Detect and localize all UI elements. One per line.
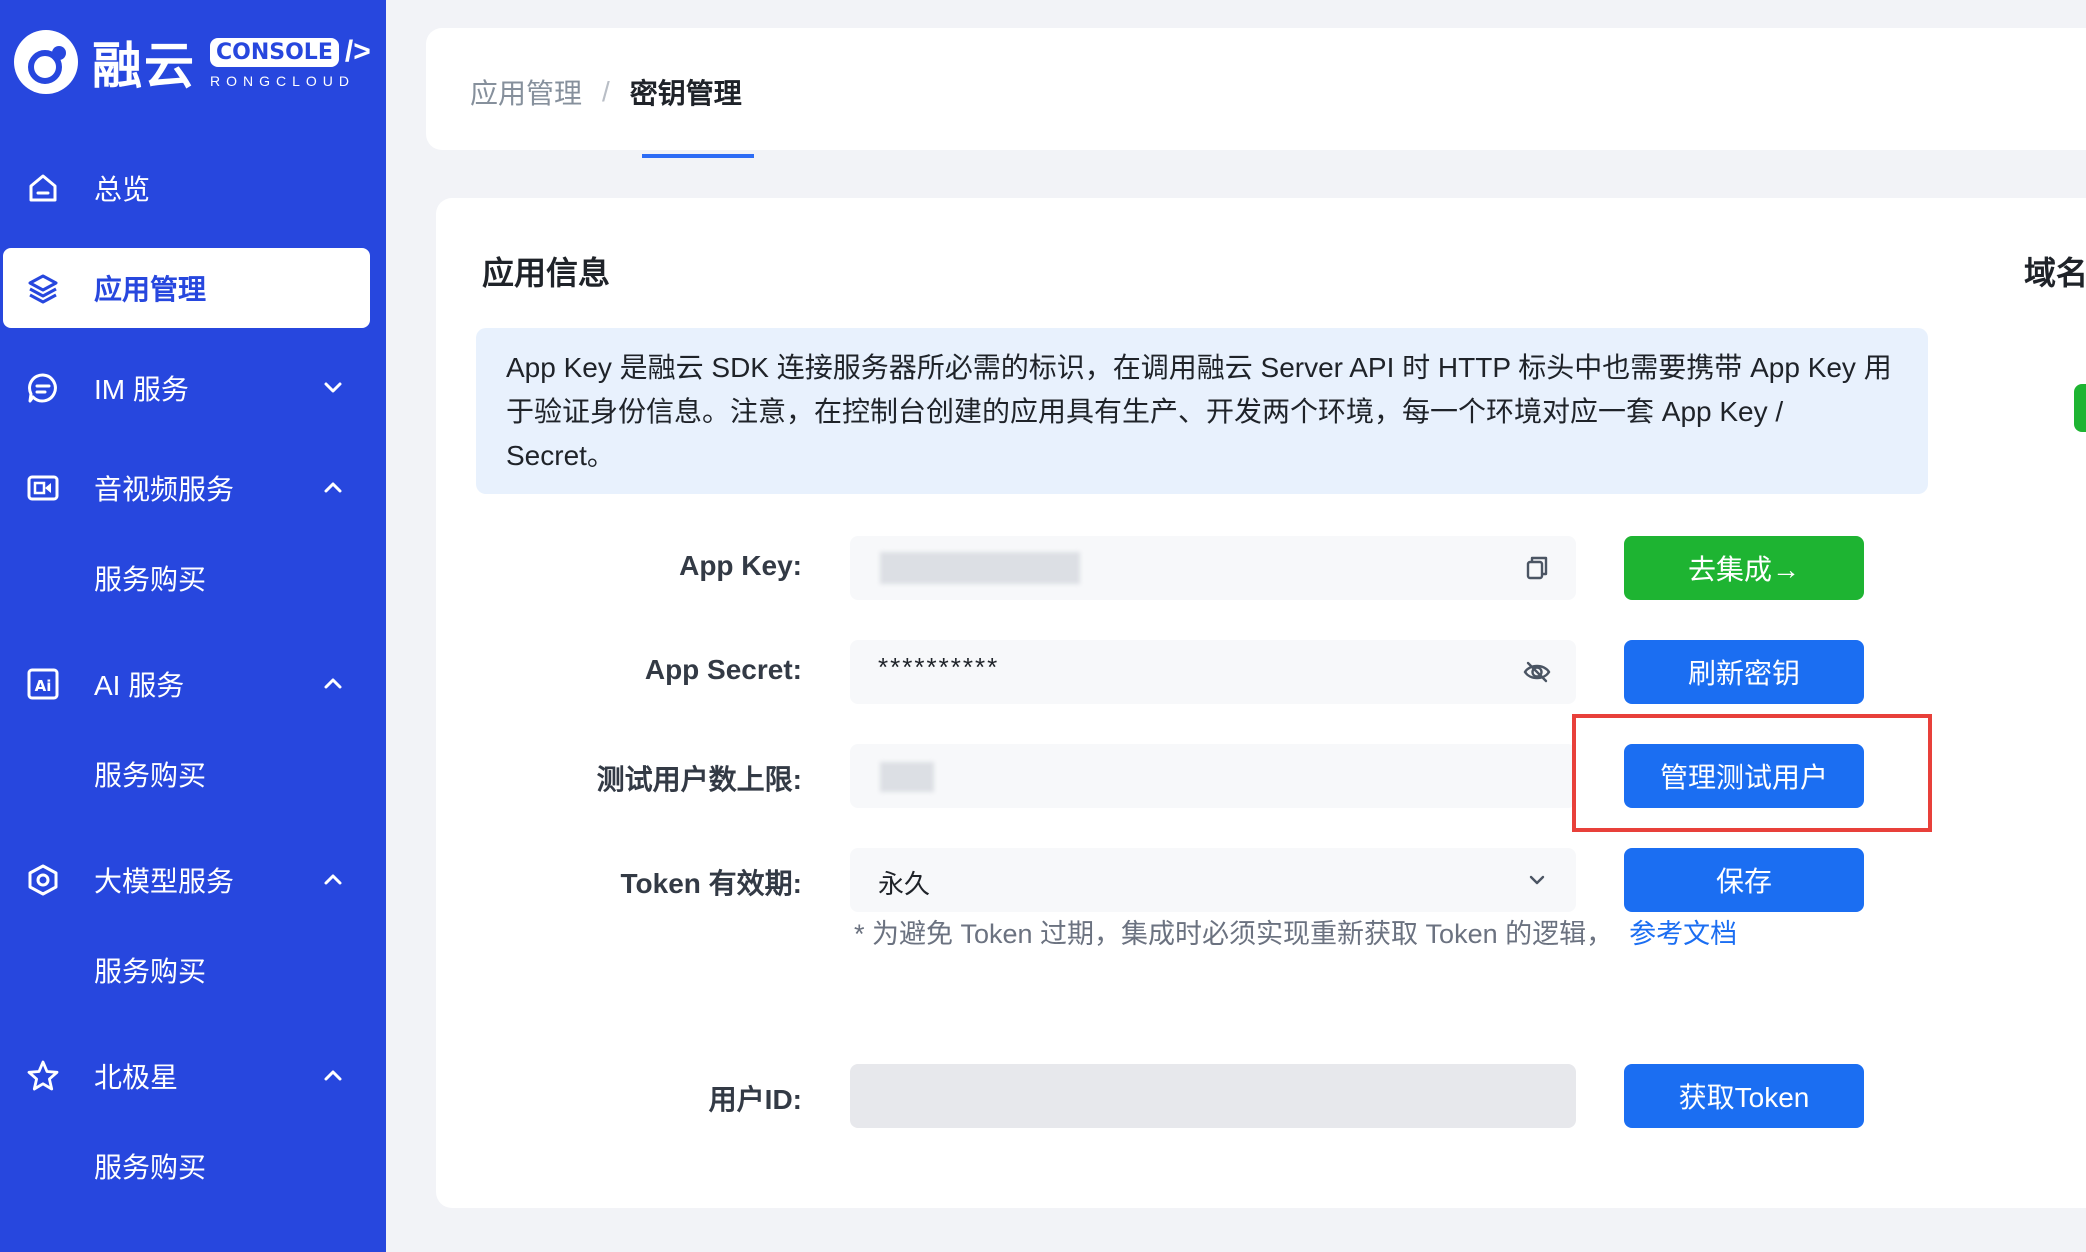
get-token-button[interactable]: 获取Token: [1624, 1064, 1864, 1128]
breadcrumb: 应用管理 / 密钥管理: [470, 72, 742, 112]
sidebar-item-label: 应用管理: [94, 274, 207, 305]
sidebar-item-polaris[interactable]: 北极星: [0, 1036, 386, 1116]
sidebar-subitem-llm-purchase[interactable]: 服务购买: [94, 950, 206, 990]
reference-doc-link[interactable]: 参考文档: [1629, 919, 1737, 949]
sidebar-item-llm[interactable]: 大模型服务: [0, 840, 386, 920]
token-validity-value: 永久: [878, 869, 931, 899]
layers-icon: [26, 271, 60, 305]
token-validity-label: Token 有效期:: [620, 868, 802, 899]
star-icon: [26, 1059, 60, 1093]
section-title: 应用信息: [482, 255, 611, 291]
app-key-label: App Key:: [679, 550, 802, 581]
token-hint: * 为避免 Token 过期，集成时必须实现重新获取 Token 的逻辑， 参考文…: [854, 912, 1737, 951]
app-secret-value: **********: [878, 652, 1000, 682]
highlight-box: [1572, 714, 1932, 832]
test-user-limit-label: 测试用户数上限:: [596, 764, 802, 795]
brand-sub: RONGCLOUD: [210, 73, 356, 89]
sidebar-item-label: 大模型服务: [94, 866, 235, 897]
copy-icon[interactable]: [1522, 553, 1552, 583]
rongcloud-logo-icon: [14, 30, 78, 94]
video-icon: [26, 471, 60, 505]
sidebar-item-label: 总览: [94, 174, 151, 205]
eye-hidden-icon[interactable]: [1522, 657, 1552, 687]
sidebar-subitem-rtc-purchase[interactable]: 服务购买: [94, 558, 206, 598]
ai-icon: Ai: [26, 667, 60, 701]
integrate-button[interactable]: 去集成→: [1624, 536, 1864, 600]
chat-icon: [26, 371, 60, 405]
sidebar-subitem-ai-purchase[interactable]: 服务购买: [94, 754, 206, 794]
svg-text:Ai: Ai: [35, 677, 52, 695]
sidebar-item-label: AI 服务: [94, 670, 185, 701]
sidebar-subitem-polaris-purchase[interactable]: 服务购买: [94, 1146, 206, 1186]
sidebar-item-label: 北极星: [94, 1062, 179, 1093]
test-user-limit-masked-value: [880, 762, 934, 792]
info-text: App Key 是融云 SDK 连接服务器所必需的标识，在调用融云 Server…: [506, 352, 1892, 471]
sidebar-item-overview[interactable]: 总览: [0, 148, 386, 228]
sidebar-item-label: IM 服务: [94, 374, 189, 405]
domain-section-title: 域名: [2024, 255, 2086, 291]
user-id-input[interactable]: [850, 1064, 1576, 1128]
info-banner: App Key 是融云 SDK 连接服务器所必需的标识，在调用融云 Server…: [476, 328, 1928, 494]
chevron-up-icon: [324, 1070, 342, 1081]
app-secret-field: **********: [850, 640, 1576, 704]
chevron-up-icon: [324, 678, 342, 689]
user-id-label: 用户ID:: [708, 1084, 802, 1115]
partial-green-button[interactable]: [2074, 384, 2086, 432]
app-key-masked-value: [880, 552, 1080, 584]
app-info-card: 应用信息 域名 App Key 是融云 SDK 连接服务器所必需的标识，在调用融…: [436, 198, 2086, 1208]
sidebar-item-label: 音视频服务: [94, 474, 235, 505]
chevron-down-icon: [324, 382, 342, 393]
sidebar-item-im[interactable]: IM 服务: [0, 348, 386, 428]
brand-name: 融云: [92, 37, 196, 95]
breadcrumb-current: 密钥管理: [629, 78, 742, 109]
token-hint-text: * 为避免 Token 过期，集成时必须实现重新获取 Token 的逻辑，: [854, 919, 1614, 949]
console-mark: CONSOLE /> RONGCLOUD: [210, 35, 371, 89]
chevron-up-icon: [324, 874, 342, 885]
sidebar-item-ai[interactable]: Ai AI 服务: [0, 644, 386, 724]
refresh-secret-button[interactable]: 刷新密钥: [1624, 640, 1864, 704]
chevron-down-icon: [1529, 875, 1545, 885]
page-header: 应用管理 / 密钥管理: [426, 28, 2086, 150]
token-validity-select[interactable]: 永久: [850, 848, 1576, 912]
console-badge: CONSOLE: [210, 37, 339, 67]
tab-underline: [642, 154, 754, 158]
chevron-up-icon: [324, 482, 342, 493]
brand-logo[interactable]: 融云 CONSOLE /> RONGCLOUD: [14, 26, 371, 98]
app-key-field: [850, 536, 1576, 600]
sidebar-item-app-management[interactable]: 应用管理: [3, 248, 370, 328]
model-icon: [26, 863, 60, 897]
console-arrow: />: [344, 35, 371, 68]
sidebar: 融云 CONSOLE /> RONGCLOUD 总览 应用管理 IM 服务 音视…: [0, 0, 386, 1252]
test-user-limit-field: [850, 744, 1576, 808]
save-button[interactable]: 保存: [1624, 848, 1864, 912]
home-icon: [26, 171, 60, 205]
breadcrumb-parent[interactable]: 应用管理: [470, 72, 582, 112]
breadcrumb-separator: /: [602, 76, 610, 107]
sidebar-item-rtc[interactable]: 音视频服务: [0, 448, 386, 528]
app-secret-label: App Secret:: [644, 654, 802, 685]
